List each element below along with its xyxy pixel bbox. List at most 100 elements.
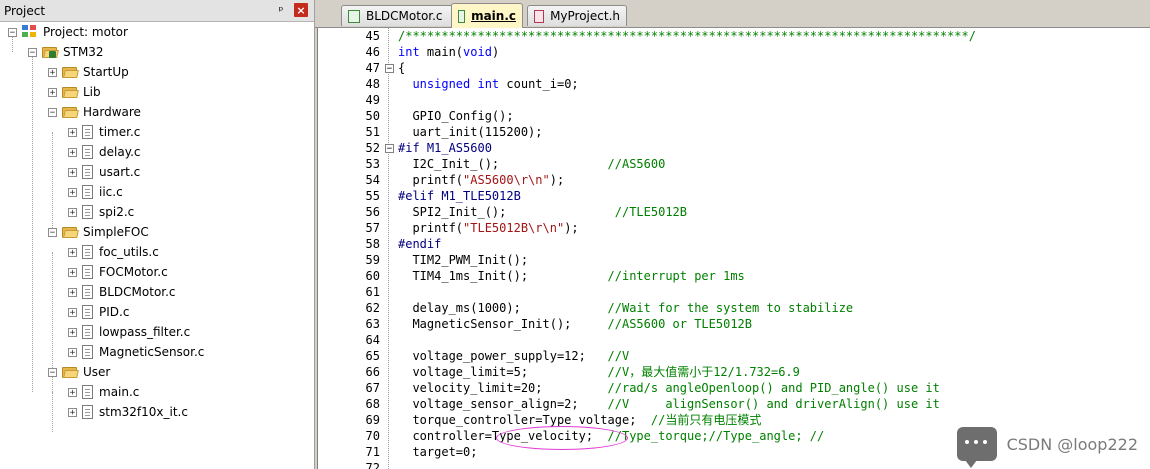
tree-item-label: delay.c <box>99 145 141 159</box>
fold-toggle-icon[interactable]: − <box>385 64 394 74</box>
line-number: 53 <box>365 157 380 171</box>
code-token-plain: ) <box>491 45 500 59</box>
expand-icon[interactable]: + <box>68 327 77 337</box>
collapse-icon[interactable]: − <box>28 47 37 57</box>
pin-icon[interactable]: ᵖ <box>274 3 288 17</box>
code-line: TIM4_1ms_Init(); //interrupt per 1ms <box>398 268 745 284</box>
line-number: 58 <box>365 237 380 251</box>
code-token-plain: voltage_sensor_align=2; <box>398 397 608 411</box>
code-line: voltage_sensor_align=2; //V alignSensor(… <box>398 396 939 412</box>
tree-item-lowpass-filter-c[interactable]: + lowpass_filter.c <box>68 322 190 342</box>
code-token-cmt: //当前只有电压模式 <box>650 413 762 427</box>
code-line: #endif <box>398 236 441 252</box>
code-token-plain: MagneticSensor_Init(); <box>398 317 608 331</box>
code-token-plain: printf( <box>398 221 464 235</box>
target-icon <box>42 46 59 58</box>
code-line: GPIO_Config(); <box>398 108 514 124</box>
tab-label: BLDCMotor.c <box>366 9 443 23</box>
line-number: 62 <box>365 301 380 315</box>
code-line: uart_init(115200); <box>398 124 542 140</box>
folder-icon <box>62 226 79 238</box>
tree-item-main-c[interactable]: + main.c <box>68 382 139 402</box>
c-file-icon <box>458 9 466 23</box>
expand-icon[interactable]: + <box>68 127 77 137</box>
tab-myproject-h[interactable]: MyProject.h <box>527 5 627 26</box>
expand-icon[interactable]: + <box>68 187 77 197</box>
fold-toggle-icon[interactable]: − <box>385 144 394 154</box>
tree-item-startup[interactable]: + StartUp <box>48 62 129 82</box>
tree-item-bldcmotor-c[interactable]: + BLDCMotor.c <box>68 282 176 302</box>
line-number: 71 <box>365 445 380 459</box>
collapse-icon[interactable]: − <box>48 107 57 117</box>
collapse-icon[interactable]: − <box>48 227 57 237</box>
tree-item-lib[interactable]: + Lib <box>48 82 101 102</box>
code-token-str: "TLE5012B\r\n" <box>463 221 565 235</box>
tab-bldcmotor-c[interactable]: BLDCMotor.c <box>341 5 467 26</box>
expand-icon[interactable]: + <box>68 307 77 317</box>
line-number: 54 <box>365 173 380 187</box>
tree-item-timer-c[interactable]: + timer.c <box>68 122 140 142</box>
tree-item-label: usart.c <box>99 165 141 179</box>
tree-item-stm32f10x-it-c[interactable]: + stm32f10x_it.c <box>68 402 188 422</box>
tree-item-magneticsensor-c[interactable]: + MagneticSensor.c <box>68 342 204 362</box>
tree-item-delay-c[interactable]: + delay.c <box>68 142 141 162</box>
expand-icon[interactable]: + <box>68 167 77 177</box>
expand-icon[interactable]: + <box>48 87 57 97</box>
expand-icon[interactable]: + <box>68 247 77 257</box>
line-number: 69 <box>365 413 380 427</box>
code-token-cmt: /***************************************… <box>398 29 976 43</box>
expand-icon[interactable]: + <box>68 347 77 357</box>
expand-icon[interactable]: + <box>48 67 57 77</box>
tree-item-spi2-c[interactable]: + spi2.c <box>68 202 134 222</box>
editor-area: BLDCMotor.c main.c MyProject.h 45 46 47 48 4… <box>315 0 1150 469</box>
tree-item-label: FOCMotor.c <box>99 265 168 279</box>
collapse-icon[interactable]: − <box>48 367 57 377</box>
folder-icon <box>62 86 79 98</box>
folder-icon <box>62 66 79 78</box>
tree-item-label: lowpass_filter.c <box>99 325 191 339</box>
tree-item-simplefoc[interactable]: − SimpleFOC <box>48 222 149 242</box>
expand-icon[interactable]: + <box>68 287 77 297</box>
tree-item-label: iic.c <box>99 185 123 199</box>
tree-item-usart-c[interactable]: + usart.c <box>68 162 140 182</box>
tree-item-pid-c[interactable]: + PID.c <box>68 302 129 322</box>
expand-icon[interactable]: + <box>68 207 77 217</box>
code-editor[interactable]: 45 46 47 48 49 50 51 52 53 54 55 56 57 58 59 60 61 62 63 64… <box>317 28 1150 469</box>
tree-item-focmotor-c[interactable]: + FOCMotor.c <box>68 262 168 282</box>
tab-main-c[interactable]: main.c <box>451 3 523 28</box>
tree-item-iic-c[interactable]: + iic.c <box>68 182 123 202</box>
c-file-icon <box>348 9 360 23</box>
code-line: printf("AS5600\r\n"); <box>398 172 564 188</box>
close-icon[interactable]: × <box>294 3 308 17</box>
expand-icon[interactable]: + <box>68 147 77 157</box>
code-token-plain: GPIO_Config(); <box>398 109 514 123</box>
fold-margin <box>384 28 396 469</box>
code-line: printf("TLE5012B\r\n"); <box>398 220 578 236</box>
tree-item-project-motor[interactable]: − Project: motor <box>8 22 128 42</box>
code-line: MagneticSensor_Init(); //AS5600 or TLE50… <box>398 316 752 332</box>
code-token-plain: SPI2_Init_(); <box>398 205 615 219</box>
folder-icon <box>62 366 79 378</box>
annotation-ellipse <box>496 426 628 450</box>
tree-item-stm32[interactable]: − STM32 <box>28 42 104 62</box>
chat-bubble-icon <box>956 427 997 468</box>
code-token-cmt: //interrupt per 1ms <box>607 269 745 283</box>
line-number-gutter: 45 46 47 48 49 50 51 52 53 54 55 56 57 58 59 60 61 62 63 64… <box>318 28 384 469</box>
collapse-icon[interactable]: − <box>8 27 17 37</box>
project-pane-header: Project ᵖ × <box>0 0 314 22</box>
code-token-plain: torque_controller=Type_voltage; <box>398 413 651 427</box>
project-pane-title: Project <box>4 3 46 18</box>
code-token-plain: velocity_limit=20; <box>398 381 608 395</box>
code-line: { <box>398 60 405 76</box>
expand-icon[interactable]: + <box>68 407 77 417</box>
tree-item-foc-utils-c[interactable]: + foc_utils.c <box>68 242 159 262</box>
tab-bar: BLDCMotor.c main.c MyProject.h <box>315 0 1150 28</box>
tree-item-label: STM32 <box>63 45 104 59</box>
code-token-cmt: //TLE5012B <box>614 205 687 219</box>
line-number: 47 <box>365 61 380 75</box>
tree-item-hardware[interactable]: − Hardware <box>48 102 141 122</box>
expand-icon[interactable]: + <box>68 267 77 277</box>
tree-item-user[interactable]: − User <box>48 362 110 382</box>
expand-icon[interactable]: + <box>68 387 77 397</box>
